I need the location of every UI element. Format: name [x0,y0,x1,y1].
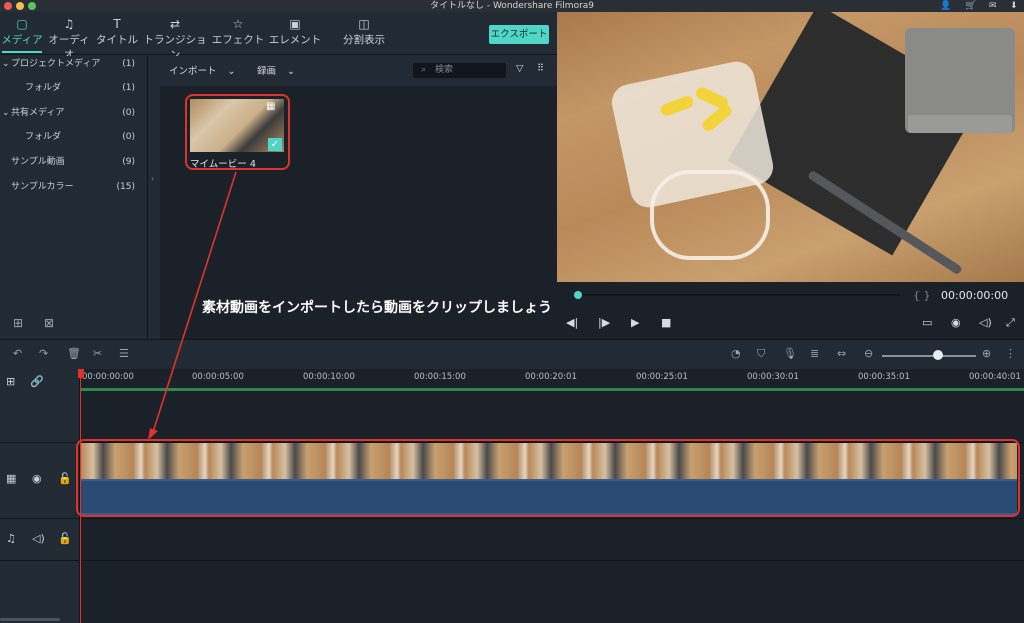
annotation-arrow [148,171,237,440]
